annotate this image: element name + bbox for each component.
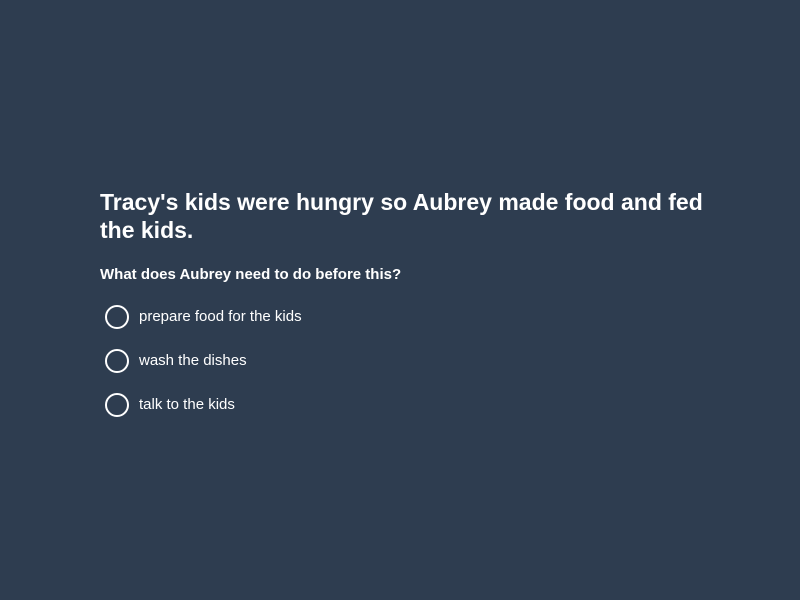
answer-option-label: talk to the kids	[139, 396, 235, 413]
answer-options: prepare food for the kids wash the dishe…	[100, 304, 720, 418]
answer-option-1[interactable]: prepare food for the kids	[100, 304, 720, 330]
context-text: Tracy's kids were hungry so Aubrey made …	[100, 189, 703, 243]
answer-option-label: prepare food for the kids	[139, 308, 302, 325]
question-text: What does Aubrey need to do before this?	[100, 266, 402, 283]
radio-button-3[interactable]	[105, 393, 129, 417]
radio-button-1[interactable]	[105, 305, 129, 329]
radio-button-2[interactable]	[105, 349, 129, 373]
answer-option-label: wash the dishes	[139, 352, 247, 369]
quiz-card: Tracy's kids were hungry so Aubrey made …	[100, 188, 720, 436]
answer-option-3[interactable]: talk to the kids	[100, 392, 720, 418]
answer-option-2[interactable]: wash the dishes	[100, 348, 720, 374]
